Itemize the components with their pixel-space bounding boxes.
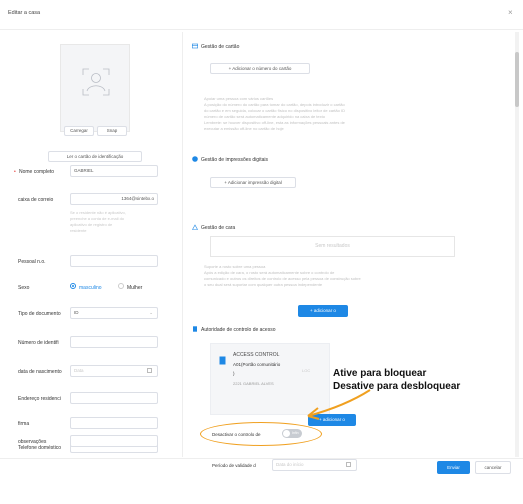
chevron-down-icon: ⌄	[149, 310, 153, 315]
fingerprint-section-title: Gestão de impressões digitais	[201, 157, 268, 163]
company-input[interactable]	[70, 417, 158, 429]
scrollbar-track[interactable]	[515, 32, 519, 457]
personal-no-input[interactable]	[70, 255, 158, 267]
disable-access-label: Desactivar o controlo de	[212, 432, 261, 437]
snap-button[interactable]: Snap	[97, 126, 127, 136]
face-records-box: Sem resultados	[210, 236, 455, 257]
gender-label: Sexo	[18, 285, 30, 291]
upload-button[interactable]: Carregar	[64, 126, 94, 136]
address-label: Endereço residenci	[18, 396, 61, 402]
notes-input[interactable]	[70, 435, 158, 447]
annotation-line-1: Ative para bloquear	[333, 368, 427, 379]
card-section-title: Gestão de cartão	[201, 44, 240, 50]
avatar-placeholder-icon	[82, 68, 110, 96]
doc-type-select[interactable]: ID ⌄	[70, 307, 158, 319]
dialog-header: Editar a casa ×	[0, 0, 523, 30]
disable-access-toggle[interactable]: Infin	[282, 429, 302, 438]
card-icon	[192, 43, 198, 49]
notes-label: observações	[18, 439, 47, 445]
add-card-button[interactable]: + Adicionar o número do cartão	[210, 63, 310, 74]
phone-label: Telefone doméstico	[18, 445, 62, 451]
annotation-arrow	[307, 389, 371, 420]
door-icon	[219, 356, 226, 365]
toggle-label: Infin	[292, 431, 299, 435]
email-value: 1364@sintebx.o	[121, 196, 154, 201]
calendar-icon	[147, 368, 152, 373]
birth-date-label: data de nascimento	[18, 369, 62, 375]
email-hint: Se o residente não é aplicativo, preench…	[70, 210, 158, 234]
email-label: caixa de correio	[18, 197, 54, 203]
access-section-title: Autoridade de controlo de acesso	[201, 327, 276, 333]
birth-date-placeholder: Data	[74, 368, 84, 373]
close-icon[interactable]: ×	[508, 8, 513, 17]
device-title: ACCESS CONTROL	[233, 352, 280, 358]
full-name-label: Nome completo	[19, 169, 55, 175]
face-no-records: Sem resultados	[315, 243, 350, 249]
gender-radio-female[interactable]	[118, 283, 124, 289]
gender-radio-male-dot	[72, 285, 74, 287]
face-notes: Suporte a rosto sobre uma pessoa Após a …	[204, 264, 454, 288]
gender-option-female: Mulher	[127, 285, 143, 291]
confirm-button[interactable]: Enviar	[437, 461, 470, 474]
add-face-button[interactable]: + adicionar o	[298, 305, 348, 317]
gender-option-male: masculino	[79, 285, 102, 291]
dialog-title: Editar a casa	[8, 10, 41, 16]
device-line: A01(Portão comunitário	[233, 362, 281, 367]
doc-type-label: Tipo de documento	[18, 311, 61, 317]
face-note: o seu dual será suportar com qualquer ou…	[204, 282, 323, 287]
dialog-footer: Enviar cancelar	[0, 458, 523, 504]
fingerprint-icon	[192, 156, 198, 162]
card-notes: Apoiar uma pessoa com vários cartões A p…	[204, 96, 454, 132]
doc-number-label: Número de identifi	[18, 340, 59, 346]
cancel-button[interactable]: cancelar	[475, 461, 511, 474]
address-input[interactable]	[70, 392, 158, 404]
read-card-button[interactable]: Ler o cartão de identificação	[48, 151, 142, 162]
scrollbar-thumb[interactable]	[515, 52, 519, 107]
doc-number-input[interactable]	[70, 336, 158, 348]
add-fingerprint-button[interactable]: + Adicionar impressão digital	[210, 177, 296, 188]
face-icon	[192, 224, 198, 230]
panel-divider	[182, 32, 183, 457]
access-icon	[193, 326, 197, 332]
company-label: firma	[18, 421, 30, 427]
face-section-title: Gestão de cara	[201, 225, 236, 231]
full-name-required-mark: •	[14, 169, 16, 175]
doc-type-value: ID	[74, 310, 79, 315]
personal-no-label: Pessoal n.o.	[18, 259, 46, 265]
photo-box	[60, 44, 130, 132]
email-hint-line: residente	[70, 228, 87, 233]
card-note: executar a emissão off-line no cartão de…	[204, 126, 284, 131]
birth-date-input[interactable]: Data	[70, 365, 158, 377]
device-extra: LOC	[302, 368, 311, 373]
toggle-knob	[283, 430, 290, 437]
device-line-2: )	[233, 371, 235, 376]
email-input[interactable]: 1364@sintebx.o	[70, 193, 158, 205]
left-panel: Carregar Snap Ler o cartão de identifica…	[0, 30, 180, 460]
full-name-input[interactable]: GABRIEL	[70, 165, 158, 177]
device-user: 2221 GABRIEL ALVES	[233, 381, 274, 386]
